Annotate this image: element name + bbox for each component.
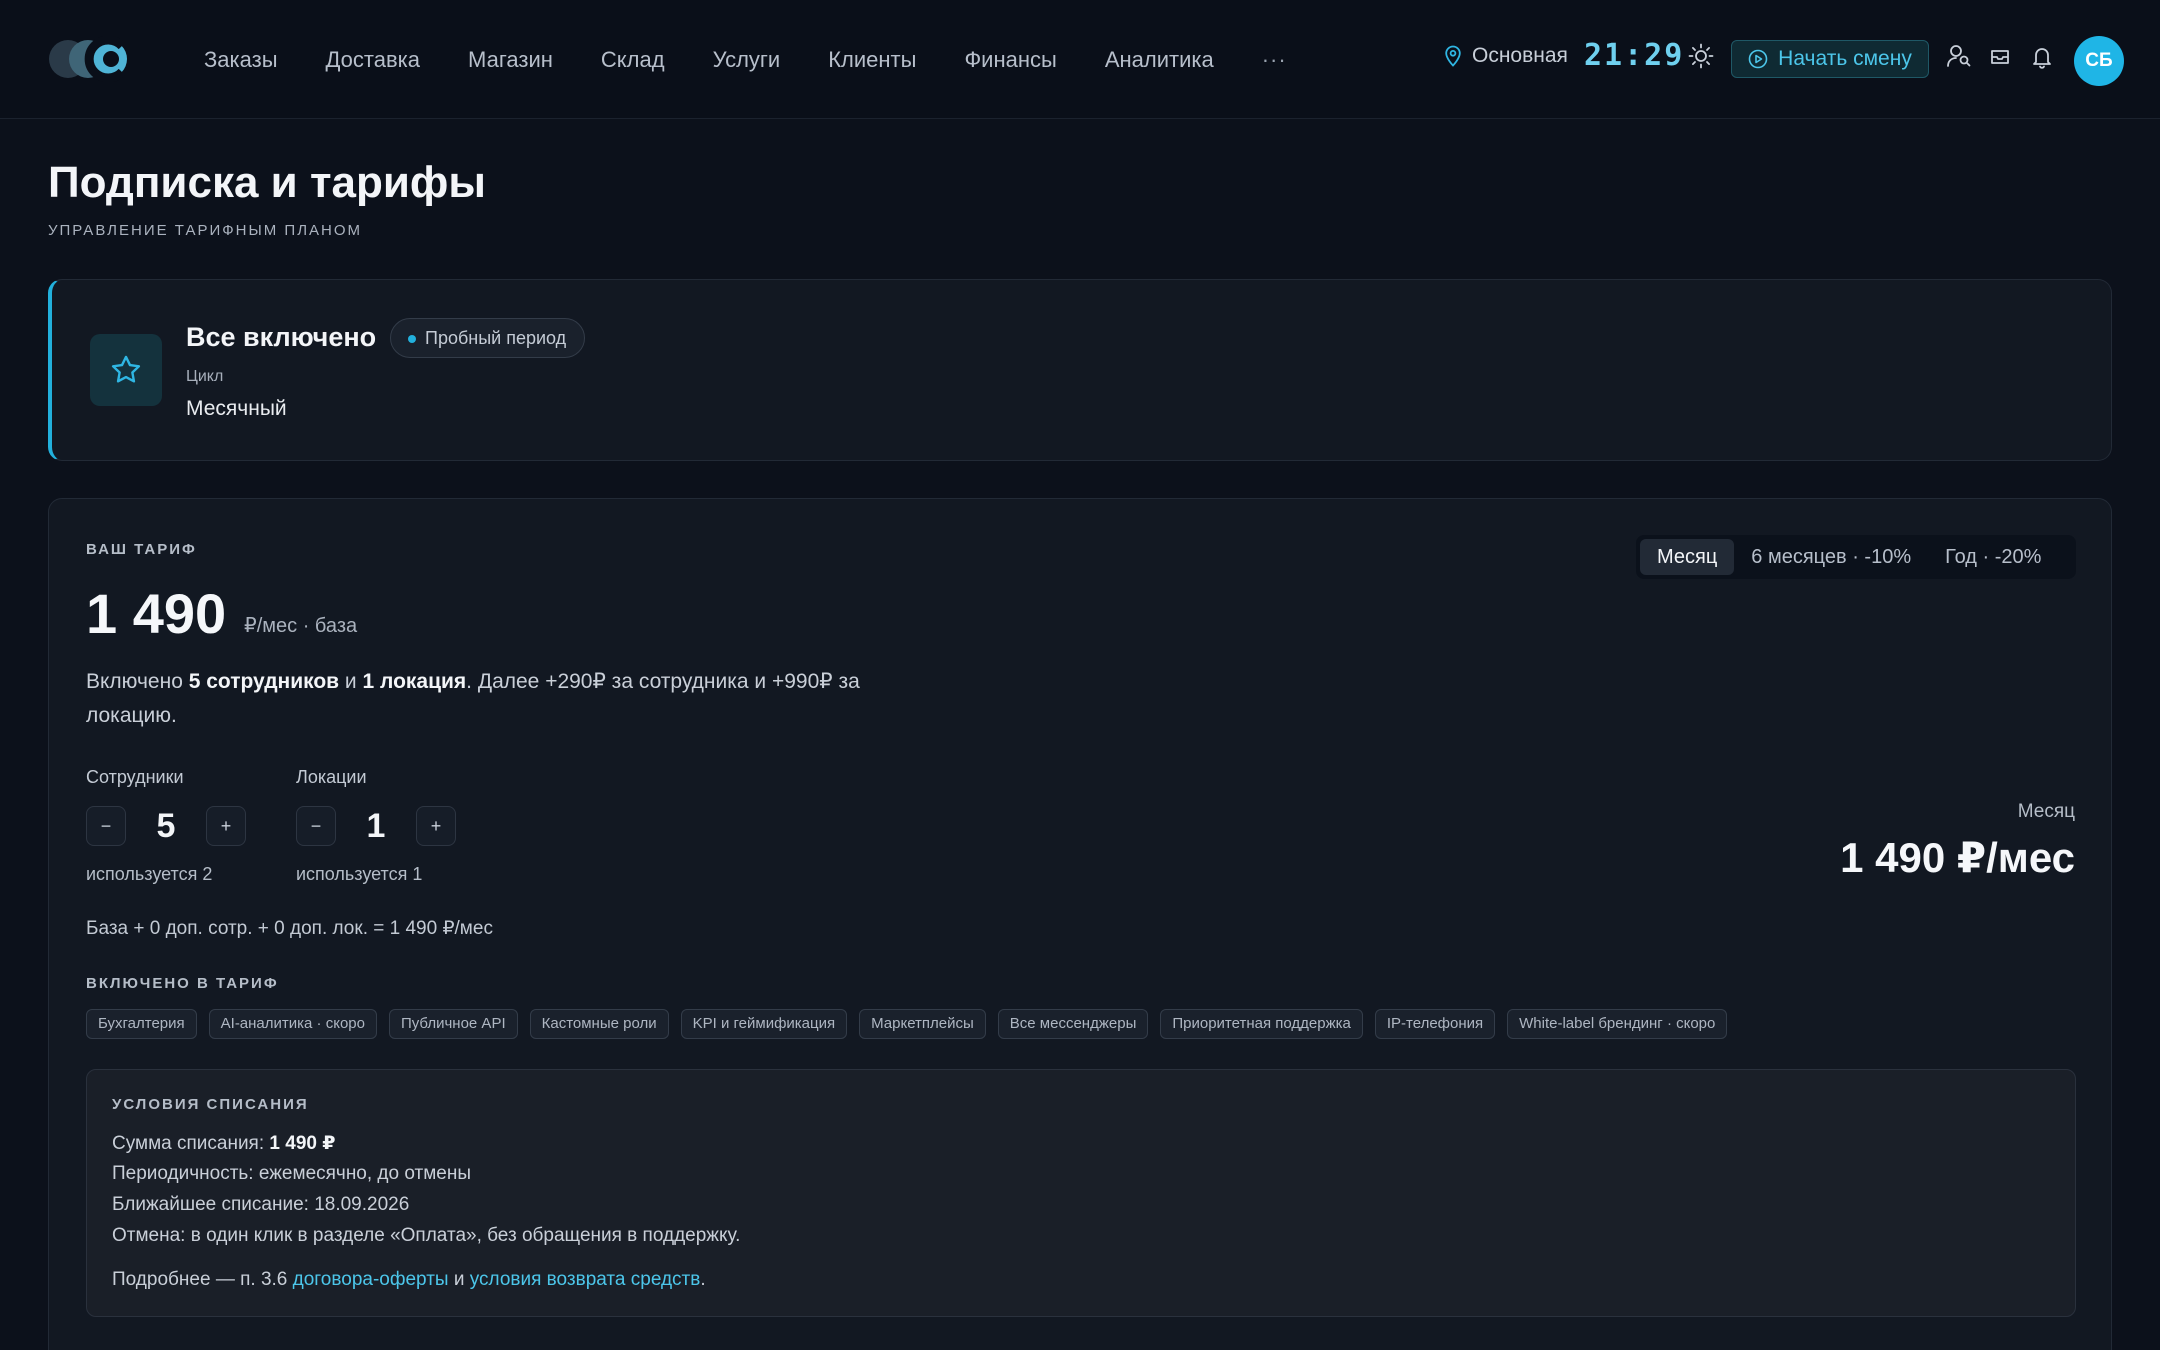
plan-name: Все включено — [186, 322, 377, 352]
nav-item-orders[interactable]: Заказы — [204, 47, 278, 73]
users-button[interactable] — [1945, 42, 1973, 70]
location-name: Основная — [1472, 44, 1568, 67]
locations-increment-button[interactable]: + — [416, 806, 456, 846]
logo-icon[interactable] — [48, 36, 134, 82]
base-price-unit: ₽/мес · база — [244, 615, 358, 637]
employees-decrement-button[interactable]: − — [86, 806, 126, 846]
avatar[interactable]: СБ — [2074, 36, 2124, 86]
feature-chip: IP-телефония — [1374, 1009, 1496, 1039]
page-subtitle: УПРАВЛЕНИЕ ТАРИФНЫМ ПЛАНОМ — [48, 222, 363, 239]
page-title: Подписка и тарифы — [48, 158, 486, 207]
included-employees: 5 сотрудников — [188, 670, 340, 693]
included-and: и — [339, 670, 363, 693]
terms-periodicity: Периодичность: ежемесячно, до отмены — [112, 1163, 471, 1184]
terms-amount-label: Сумма списания: — [112, 1133, 270, 1154]
feature-chip: White-label брендинг · скоро — [1507, 1009, 1728, 1039]
theme-toggle-button[interactable] — [1686, 41, 1716, 71]
location-selector[interactable]: Основная — [1444, 44, 1568, 68]
terms-amount-value: 1 490 ₽ — [269, 1133, 336, 1154]
user-search-icon — [1947, 45, 1971, 67]
tariff-section-label: ВАШ ТАРИФ — [86, 541, 197, 558]
employees-stepper: Сотрудники − 5 + используется 2 — [86, 767, 246, 885]
notifications-button[interactable] — [2029, 43, 2055, 71]
terms-and: и — [448, 1269, 470, 1290]
plan-icon-box — [90, 334, 162, 406]
sun-icon — [1688, 43, 1714, 69]
nav-item-warehouse[interactable]: Склад — [601, 47, 665, 73]
features-label: ВКЛЮЧЕНО В ТАРИФ — [86, 975, 279, 992]
locations-label: Локации — [296, 767, 367, 787]
employees-label: Сотрудники — [86, 767, 184, 787]
included-prefix: Включено — [86, 670, 189, 693]
terms-more-prefix: Подробнее — п. 3.6 — [112, 1269, 293, 1290]
inbox-icon — [1991, 50, 2009, 64]
locations-stepper: Локации − 1 + используется 1 — [296, 767, 456, 885]
included-description: Включено 5 сотрудников и 1 локация. Дале… — [86, 665, 956, 733]
locations-used: используется 1 — [296, 864, 423, 884]
terms-amount: Сумма списания: 1 490 ₽ — [112, 1132, 335, 1155]
feature-chip: KPI и геймификация — [680, 1009, 848, 1039]
terms-more: Подробнее — п. 3.6 договора-оферты и усл… — [112, 1269, 706, 1291]
clock: 21:29 — [1584, 38, 1685, 73]
feature-chip: Приоритетная поддержка — [1160, 1009, 1363, 1039]
base-price: 1 490 — [86, 582, 227, 645]
nav-item-finance[interactable]: Финансы — [964, 47, 1056, 73]
cycle-value: Месячный — [186, 397, 287, 420]
billing-period-toggle: Месяц 6 месяцев · -10% Год · -20% — [1636, 535, 2076, 579]
nav-item-analytics[interactable]: Аналитика — [1105, 47, 1214, 73]
period-month[interactable]: Месяц — [1640, 539, 1735, 575]
refund-terms-link[interactable]: условия возврата средств — [470, 1269, 701, 1290]
start-shift-button[interactable]: Начать смену — [1731, 40, 1929, 78]
terms-cancel: Отмена: в один клик в разделе «Оплата», … — [112, 1225, 741, 1246]
period-6-months[interactable]: 6 месяцев · -10% — [1734, 539, 1928, 575]
total-price: 1 490 ₽/мес — [1840, 834, 2075, 881]
feature-chip: Кастомные роли — [529, 1009, 669, 1039]
feature-chip: AI-аналитика · скоро — [208, 1009, 377, 1039]
tariff-card: ВАШ ТАРИФ 1 490 ₽/мес · база Включено 5 … — [48, 498, 2112, 1350]
locations-decrement-button[interactable]: − — [296, 806, 336, 846]
terms-next-charge: Ближайшее списание: 18.09.2026 — [112, 1194, 410, 1215]
bell-icon — [2033, 48, 2051, 69]
total-period-label: Месяц — [2017, 801, 2075, 822]
feature-chip: Маркетплейсы — [859, 1009, 986, 1039]
locations-count: 1 — [366, 806, 386, 845]
offer-agreement-link[interactable]: договора-оферты — [293, 1269, 449, 1290]
price-formula: База + 0 доп. сотр. + 0 доп. лок. = 1 49… — [86, 918, 493, 939]
period-year[interactable]: Год · -20% — [1928, 539, 2058, 575]
feature-chip: Все мессенджеры — [997, 1009, 1149, 1039]
trial-status-badge: Пробный период — [390, 318, 586, 358]
nav-more-button[interactable]: ··· — [1262, 47, 1287, 73]
feature-chip: Публичное API — [388, 1009, 518, 1039]
employees-used: используется 2 — [86, 864, 213, 884]
star-icon — [111, 355, 141, 383]
nav-item-clients[interactable]: Клиенты — [828, 47, 916, 73]
play-circle-icon — [1748, 49, 1768, 69]
employees-count: 5 — [156, 806, 176, 845]
features-list: Бухгалтерия AI-аналитика · скоро Публичн… — [86, 1009, 1728, 1039]
nav-item-services[interactable]: Услуги — [713, 47, 781, 73]
current-plan-card: Все включено Пробный период Цикл Месячны… — [48, 279, 2112, 461]
billing-terms-box: УСЛОВИЯ СПИСАНИЯ Сумма списания: 1 490 ₽… — [86, 1069, 2076, 1317]
feature-chip: Бухгалтерия — [86, 1009, 197, 1039]
included-locations: 1 локация — [362, 670, 467, 693]
inbox-button[interactable] — [1987, 44, 2013, 70]
terms-title: УСЛОВИЯ СПИСАНИЯ — [112, 1096, 309, 1113]
cycle-label: Цикл — [186, 368, 224, 385]
nav-item-delivery[interactable]: Доставка — [326, 47, 420, 73]
map-pin-icon — [1445, 45, 1461, 67]
main-nav: Заказы Доставка Магазин Склад Услуги Кли… — [204, 0, 1287, 119]
terms-dot: . — [700, 1269, 706, 1290]
employees-increment-button[interactable]: + — [206, 806, 246, 846]
start-shift-label: Начать смену — [1778, 47, 1912, 70]
nav-item-shop[interactable]: Магазин — [468, 47, 553, 73]
top-bar: Заказы Доставка Магазин Склад Услуги Кли… — [0, 0, 2160, 119]
